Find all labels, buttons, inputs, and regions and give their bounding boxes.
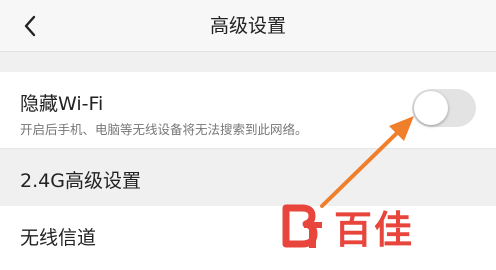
toggle-knob bbox=[414, 91, 448, 125]
chevron-left-icon bbox=[24, 15, 36, 37]
section-2-4g-label: 2.4G高级设置 bbox=[20, 170, 141, 192]
hide-wifi-label: 隐藏Wi-Fi bbox=[20, 93, 104, 115]
section-spacer bbox=[0, 52, 496, 72]
watermark: 百佳 bbox=[282, 196, 482, 256]
watermark-text: 百佳 bbox=[334, 207, 415, 252]
advanced-settings-screen: 高级设置 隐藏Wi-Fi 开启后手机、电脑等无线设备将无法搜索到此网络。 2.4… bbox=[0, 0, 496, 270]
wireless-channel-label: 无线信道 bbox=[20, 227, 97, 249]
baijia-logo-icon bbox=[282, 204, 322, 248]
hide-wifi-toggle[interactable] bbox=[412, 89, 476, 127]
back-button[interactable] bbox=[14, 10, 46, 42]
hide-wifi-description: 开启后手机、电脑等无线设备将无法搜索到此网络。 bbox=[20, 122, 308, 137]
header-bar: 高级设置 bbox=[0, 0, 496, 52]
page-title: 高级设置 bbox=[209, 15, 286, 37]
